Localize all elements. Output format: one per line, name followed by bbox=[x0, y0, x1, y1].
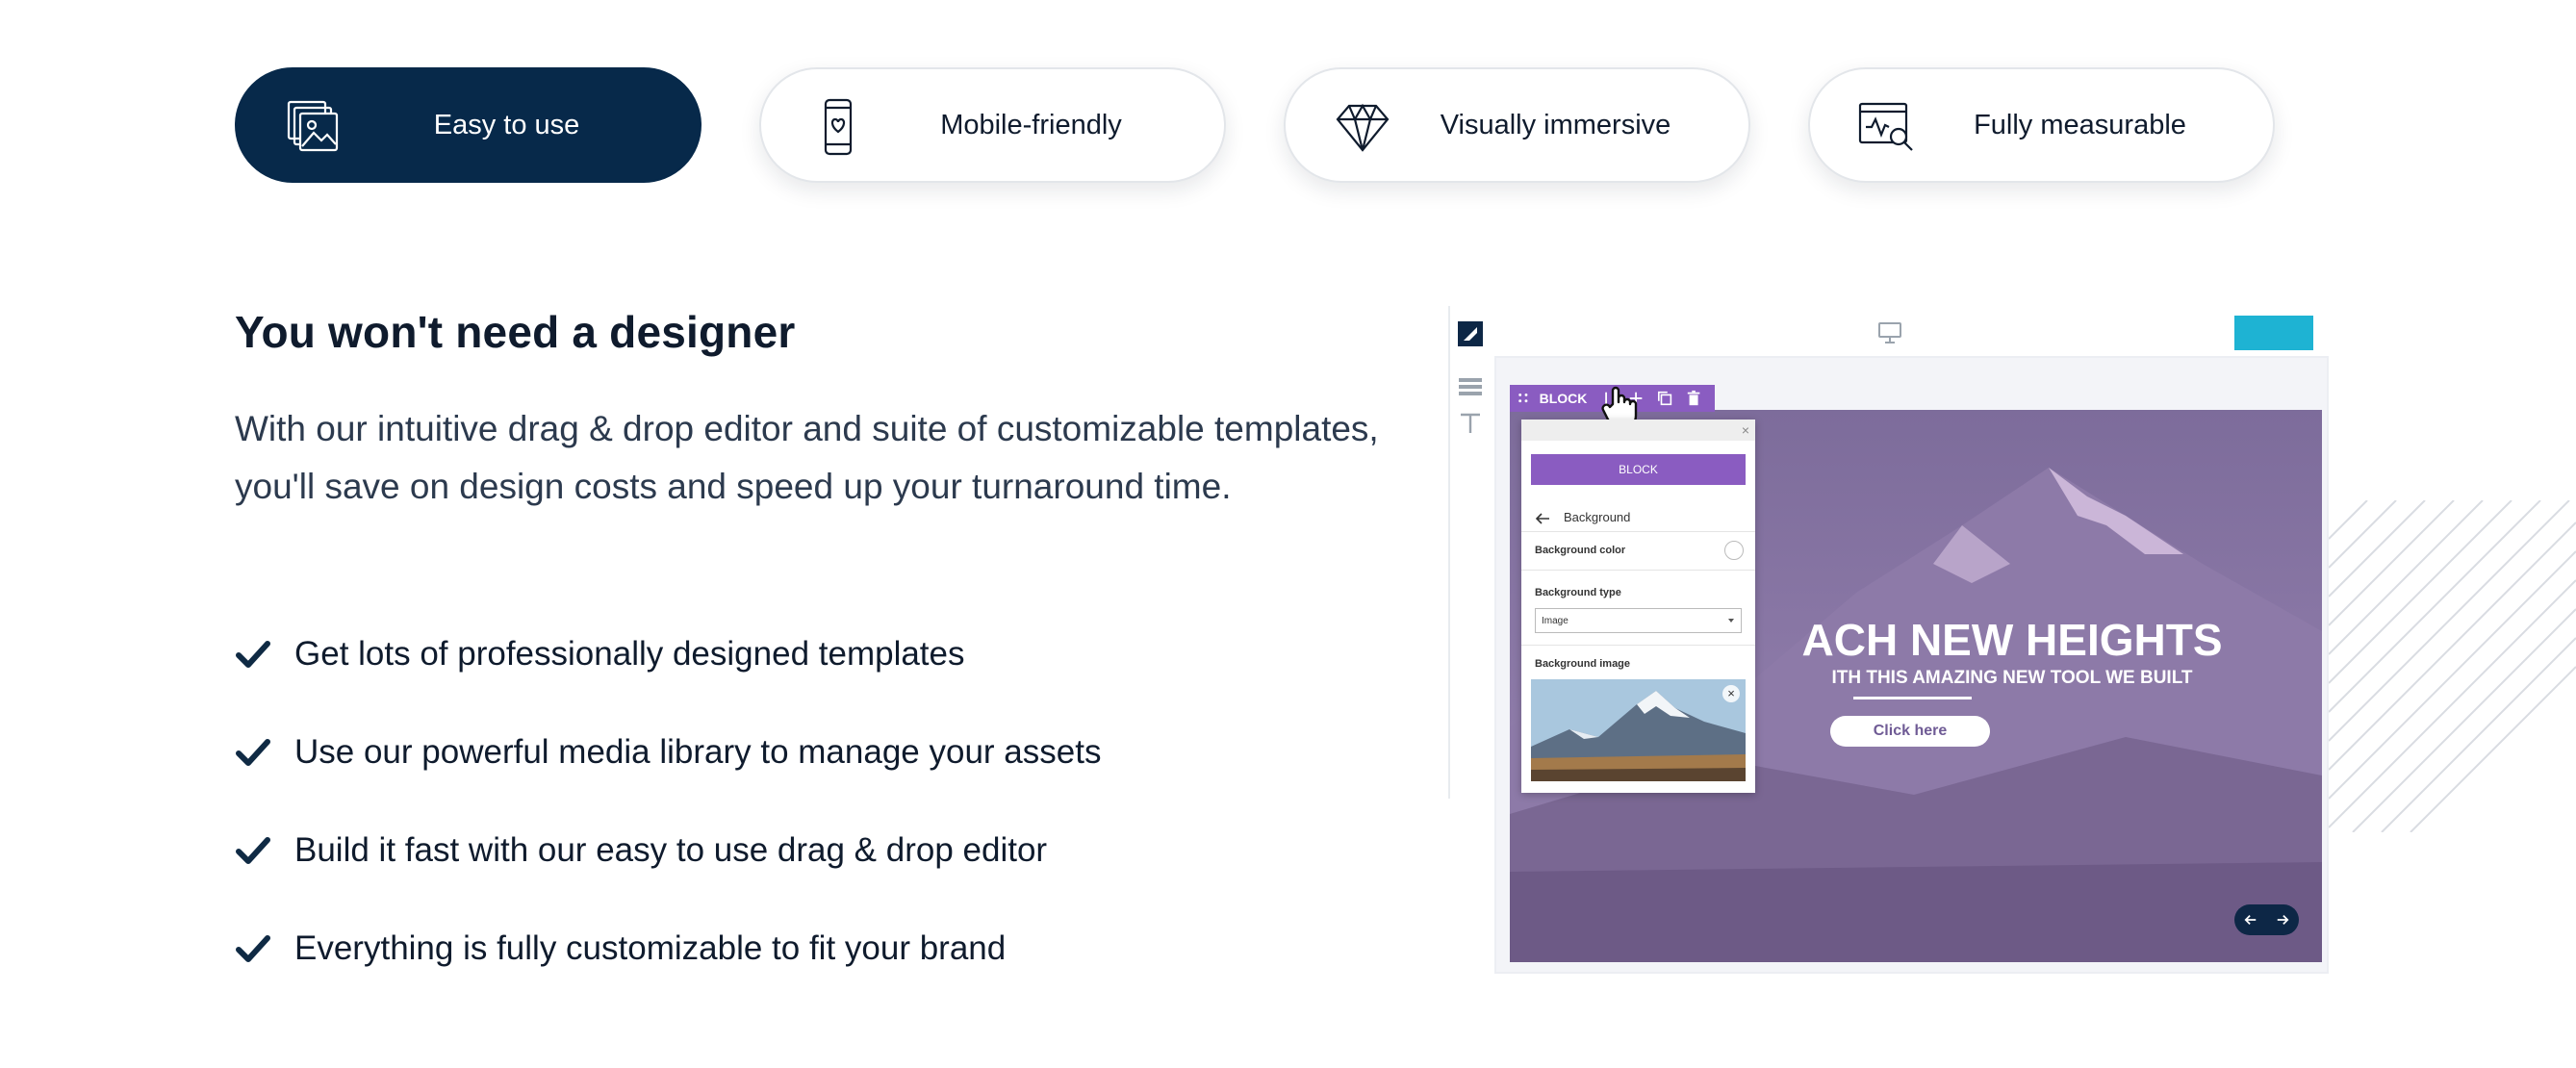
feature-text: Everything is fully customizable to fit … bbox=[294, 929, 1007, 967]
panel-title: Background bbox=[1564, 510, 1631, 524]
block-label: BLOCK bbox=[1539, 391, 1588, 406]
text-tool-icon[interactable] bbox=[1459, 412, 1482, 435]
drag-handle-icon[interactable] bbox=[1518, 392, 1530, 405]
list-item: Everything is fully customizable to fit … bbox=[235, 920, 1006, 978]
close-icon[interactable]: × bbox=[1742, 422, 1749, 438]
analytics-icon bbox=[1858, 102, 1913, 151]
divider bbox=[1521, 570, 1755, 571]
feature-text: Get lots of professionally designed temp… bbox=[294, 635, 965, 673]
chevron-down-icon bbox=[1728, 619, 1734, 623]
tab-label: Visually immersive bbox=[1440, 109, 1671, 140]
publish-button[interactable] bbox=[2234, 316, 2313, 350]
logo-icon bbox=[1458, 321, 1483, 346]
section-heading: You won't need a designer bbox=[235, 307, 796, 357]
tab-visually-immersive[interactable]: Visually immersive bbox=[1284, 67, 1750, 183]
background-settings-panel: × BLOCK Background Background color Back… bbox=[1521, 420, 1755, 793]
sidebar-divider bbox=[1448, 306, 1450, 799]
tab-label: Easy to use bbox=[433, 109, 580, 140]
duplicate-icon[interactable] bbox=[1657, 390, 1672, 407]
check-icon bbox=[236, 837, 270, 864]
diamond-icon bbox=[1336, 103, 1390, 152]
tab-mobile-friendly[interactable]: Mobile-friendly bbox=[759, 67, 1226, 183]
hero-cta-button[interactable]: Click here bbox=[1830, 716, 1990, 747]
list-item: Use our powerful media library to manage… bbox=[235, 724, 1101, 781]
mountain-thumbnail-image bbox=[1531, 679, 1746, 781]
panel-drag-bar[interactable] bbox=[1521, 420, 1755, 441]
check-icon bbox=[236, 739, 270, 766]
intro-paragraph: With our intuitive drag & drop editor an… bbox=[235, 409, 1379, 506]
list-item: Build it fast with our easy to use drag … bbox=[235, 822, 1047, 879]
check-icon bbox=[236, 935, 270, 962]
bg-color-label: Background color bbox=[1535, 545, 1626, 556]
arrow-left-icon[interactable] bbox=[2240, 909, 2261, 930]
feature-tabs: Easy to use Mobile-friendly Visually imm… bbox=[235, 67, 2275, 183]
layers-icon[interactable] bbox=[1459, 377, 1482, 396]
panel-block-button[interactable]: BLOCK bbox=[1531, 454, 1746, 485]
list-item: Get lots of professionally designed temp… bbox=[235, 625, 965, 683]
tab-label: Fully measurable bbox=[1974, 109, 2186, 140]
bg-type-select[interactable]: Image bbox=[1535, 608, 1742, 633]
bg-image-thumbnail[interactable]: × bbox=[1531, 679, 1746, 781]
divider bbox=[1521, 645, 1755, 646]
feature-text: Use our powerful media library to manage… bbox=[294, 733, 1102, 771]
divider bbox=[1521, 531, 1755, 532]
bg-image-label: Background image bbox=[1535, 658, 1631, 670]
images-icon bbox=[287, 100, 339, 152]
arrow-right-icon[interactable] bbox=[2272, 909, 2293, 930]
mobile-heart-icon bbox=[824, 98, 853, 156]
bg-color-swatch[interactable] bbox=[1724, 541, 1744, 560]
tab-easy-to-use[interactable]: Easy to use bbox=[235, 67, 701, 183]
feature-text: Build it fast with our easy to use drag … bbox=[294, 831, 1048, 869]
tab-fully-measurable[interactable]: Fully measurable bbox=[1808, 67, 2275, 183]
desktop-icon[interactable] bbox=[1877, 321, 1902, 344]
back-arrow-icon[interactable] bbox=[1535, 512, 1550, 525]
remove-image-icon[interactable]: × bbox=[1722, 685, 1740, 702]
trash-icon[interactable] bbox=[1686, 390, 1701, 407]
editor-screenshot: ACH NEW HEIGHTS ITH THIS AMAZING NEW TOO… bbox=[1448, 306, 2329, 974]
bg-type-value: Image bbox=[1542, 615, 1569, 626]
decorative-stripes bbox=[2329, 500, 2576, 832]
hero-divider bbox=[1853, 697, 1972, 699]
tab-label: Mobile-friendly bbox=[940, 109, 1122, 140]
check-icon bbox=[236, 641, 270, 668]
slider-nav bbox=[2234, 904, 2299, 935]
bg-type-label: Background type bbox=[1535, 587, 1621, 598]
